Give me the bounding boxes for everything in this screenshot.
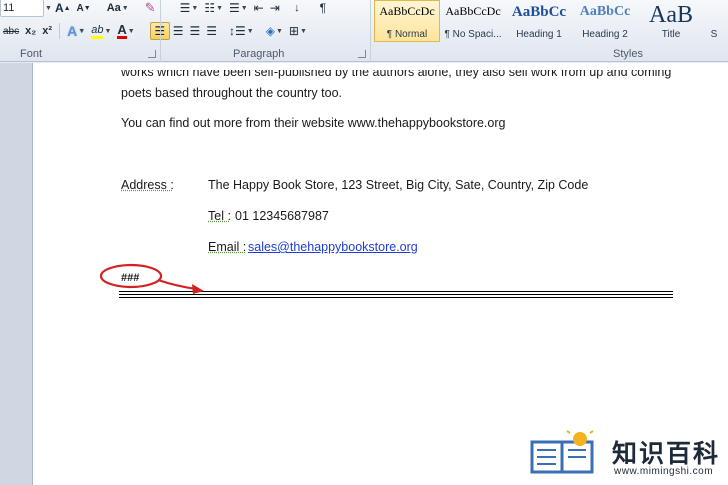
- chevron-down-icon: ▼: [275, 27, 283, 35]
- font-color-button[interactable]: A ▼: [114, 22, 137, 40]
- styles-gallery: AaBbCcDc ¶ Normal AaBbCcDc ¶ No Spaci...…: [374, 0, 724, 44]
- superscript-button[interactable]: x²: [39, 22, 55, 40]
- style-heading-2[interactable]: AaBbCc Heading 2: [572, 0, 638, 42]
- chevron-down-icon: ▼: [246, 27, 254, 35]
- tel-label: Tel :: [208, 209, 231, 223]
- change-case-button[interactable]: Aa ▼: [104, 0, 132, 17]
- shrink-font-button[interactable]: A ▼: [74, 0, 94, 17]
- annotation-arrow: [157, 279, 197, 290]
- group-divider: [370, 0, 371, 62]
- email-label: Email :: [208, 240, 247, 254]
- font-row-2: abc x₂ x² A▼ ab▼ A▼ ☰ ☰ ☰ ☰ ↕☰▼ ◈▼ ⊞▼: [0, 20, 310, 42]
- font-group-label: Font: [20, 48, 43, 60]
- subscript-button[interactable]: x₂: [22, 22, 39, 40]
- separator: [59, 23, 61, 39]
- show-hide-button[interactable]: ¶: [315, 0, 331, 17]
- align-center-icon[interactable]: ☰: [170, 22, 187, 40]
- chevron-down-icon: ▼: [240, 4, 248, 12]
- style-normal[interactable]: AaBbCcDc ¶ Normal: [374, 0, 440, 42]
- email-link[interactable]: sales@thehappybookstore.org: [248, 240, 418, 254]
- chevron-down-icon: ▼: [78, 27, 86, 35]
- highlight-button[interactable]: ab ▼: [88, 22, 114, 40]
- paragraph-group-label: Paragraph: [233, 48, 285, 60]
- bullets-button[interactable]: ☰ ▼: [177, 0, 202, 17]
- shrink-arrow-icon: ▼: [83, 4, 91, 12]
- chevron-down-icon: ▼: [216, 4, 224, 12]
- website-text-line: You can find out more from their website…: [121, 116, 506, 130]
- group-divider: [160, 0, 161, 62]
- watermark: 知识百科 www.mimingshi.com: [528, 430, 728, 485]
- chevron-down-icon: ▼: [299, 27, 307, 35]
- chevron-down-icon: ▼: [121, 4, 129, 12]
- annotation-overlay: [99, 263, 204, 294]
- chevron-down-icon: ▼: [104, 27, 112, 35]
- numbering-button[interactable]: ☷ ▼: [201, 0, 226, 17]
- body-text-line: poets based throughout the country too.: [121, 86, 342, 100]
- style-no-spacing[interactable]: AaBbCcDc ¶ No Spaci...: [440, 0, 506, 42]
- grow-font-button[interactable]: A ▲: [52, 0, 74, 17]
- font-row-1: 11 ▼ A ▲ A ▼ Aa ▼ ✎ ☰ ▼ ☷ ▼ ☰ ▼ ⇤ ⇥ ↓ ¶: [0, 0, 331, 17]
- ribbon: 11 ▼ A ▲ A ▼ Aa ▼ ✎ ☰ ▼ ☷ ▼ ☰ ▼ ⇤ ⇥ ↓ ¶ abc x₂: [0, 0, 728, 62]
- style-heading-1[interactable]: AaBbCc Heading 1: [506, 0, 572, 42]
- borders-button[interactable]: ⊞ ▼: [286, 22, 310, 40]
- chevron-down-icon: ▼: [191, 4, 199, 12]
- multilevel-list-button[interactable]: ☰ ▼: [226, 0, 251, 17]
- font-size-box[interactable]: 11: [0, 0, 44, 17]
- strikethrough-button[interactable]: abc: [0, 22, 22, 40]
- style-subtitle[interactable]: S: [704, 0, 724, 42]
- address-value: The Happy Book Store, 123 Street, Big Ci…: [208, 178, 589, 192]
- address-label: Address :: [121, 178, 174, 192]
- text-effects-button[interactable]: A ▼: [64, 22, 88, 40]
- font-dialog-launcher-icon[interactable]: [148, 50, 156, 58]
- align-right-icon[interactable]: ☰: [186, 22, 203, 40]
- font-size-dropdown-icon[interactable]: ▼: [45, 5, 52, 12]
- line-spacing-button[interactable]: ↕☰ ▼: [226, 22, 257, 40]
- style-title[interactable]: AaB Title: [638, 0, 704, 42]
- chevron-down-icon: ▼: [127, 27, 135, 35]
- increase-indent-icon[interactable]: ⇥: [267, 0, 283, 17]
- watermark-text: 知识百科: [612, 440, 721, 468]
- shading-button[interactable]: ◈ ▼: [263, 22, 286, 40]
- annotation-arrowhead: [192, 284, 204, 294]
- tel-value: 01 12345687987: [235, 209, 329, 223]
- decrease-indent-icon[interactable]: ⇤: [251, 0, 267, 17]
- justify-icon[interactable]: ☰: [203, 22, 220, 40]
- watermark-url: www.mimingshi.com: [614, 466, 714, 477]
- paragraph-dialog-launcher-icon[interactable]: [358, 50, 366, 58]
- clear-formatting-icon[interactable]: ✎: [142, 0, 159, 17]
- annotation-ellipse: [99, 263, 163, 289]
- sort-button[interactable]: ↓: [289, 0, 305, 17]
- book-lightbulb-logo-icon: [530, 430, 594, 474]
- styles-group-label: Styles: [613, 48, 643, 60]
- grow-arrow-icon: ▲: [63, 4, 71, 12]
